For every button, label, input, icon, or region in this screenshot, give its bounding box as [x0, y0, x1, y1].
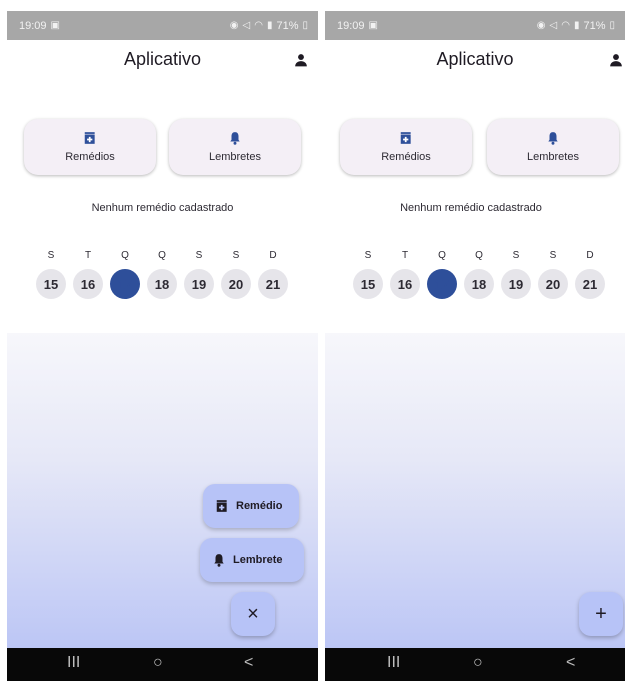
tab-remedios-label: Remédios [381, 151, 431, 163]
person-icon[interactable] [609, 53, 623, 67]
day-21[interactable]: 21 [575, 269, 605, 299]
add-lembrete-button[interactable]: Lembrete [200, 538, 304, 582]
status-time: 19:09 [19, 19, 47, 32]
mute-icon: ◁ [242, 20, 251, 31]
alarm-icon: ◉ [229, 20, 239, 31]
weekday-label: D [586, 250, 594, 261]
day-21[interactable]: 21 [258, 269, 288, 299]
close-fab-button[interactable]: × [231, 592, 275, 636]
day-17-selected[interactable]: 17 [110, 269, 140, 299]
day-19[interactable]: 19 [501, 269, 531, 299]
tab-lembretes-label: Lembretes [527, 151, 579, 163]
battery-level: 71% [583, 19, 606, 32]
close-icon: × [247, 602, 259, 625]
battery-icon: ▯ [302, 20, 308, 31]
tab-remedios-button[interactable]: Remédios [340, 119, 472, 175]
tab-remedios-button[interactable]: Remédios [24, 119, 156, 175]
signal-icon: ▮ [573, 20, 580, 31]
day-19[interactable]: 19 [184, 269, 214, 299]
weekday-label: T [84, 250, 92, 261]
day-20[interactable]: 20 [221, 269, 251, 299]
phone-screen-right: 19:09 ▣ ◉ ◁ ◠ ▮ 71% ▯ Aplicativo Remédio… [325, 11, 625, 681]
day-15[interactable]: 15 [353, 269, 383, 299]
battery-level: 71% [276, 19, 299, 32]
add-remedio-button[interactable]: Remédio [203, 484, 299, 528]
home-button[interactable]: ○ [153, 654, 163, 672]
weekday-label: Q [121, 250, 129, 261]
back-button[interactable]: < [244, 654, 253, 672]
app-title: Aplicativo [123, 49, 202, 69]
day-20[interactable]: 20 [538, 269, 568, 299]
status-bar: 19:09 ▣ ◉ ◁ ◠ ▮ 71% ▯ [325, 11, 625, 40]
weekday-label: Q [475, 250, 483, 261]
day-18[interactable]: 18 [464, 269, 494, 299]
recent-apps-button[interactable]: III [387, 654, 400, 672]
system-nav-bar: III ○ < [7, 648, 318, 681]
wifi-icon: ◠ [561, 20, 570, 31]
image-icon: ▣ [368, 20, 378, 31]
tab-remedios-label: Remédios [65, 151, 115, 163]
day-16[interactable]: 16 [390, 269, 420, 299]
empty-medicine-message: Nenhum remédio cadastrado [400, 202, 542, 214]
bell-icon [230, 132, 240, 145]
day-16[interactable]: 16 [73, 269, 103, 299]
add-remedio-label: Remédio [236, 500, 283, 512]
add-lembrete-label: Lembrete [233, 554, 283, 566]
weekday-label: Q [438, 250, 446, 261]
tab-lembretes-button[interactable]: Lembretes [487, 119, 619, 175]
weekday-label: S [549, 250, 557, 261]
alarm-icon: ◉ [536, 20, 546, 31]
tab-lembretes-button[interactable]: Lembretes [169, 119, 301, 175]
phone-screen-left: 19:09 ▣ ◉ ◁ ◠ ▮ 71% ▯ Aplicativo Remédio… [7, 11, 318, 681]
weekday-label: T [401, 250, 409, 261]
medicine-icon [216, 500, 227, 512]
weekday-label: S [232, 250, 240, 261]
mute-icon: ◁ [549, 20, 558, 31]
recent-apps-button[interactable]: III [67, 654, 80, 672]
weekday-label: S [195, 250, 203, 261]
day-17-selected[interactable]: 17 [427, 269, 457, 299]
weekday-label: S [47, 250, 55, 261]
image-icon: ▣ [50, 20, 60, 31]
weekday-label: S [512, 250, 520, 261]
home-button[interactable]: ○ [473, 654, 483, 672]
weekday-label: D [269, 250, 277, 261]
wifi-icon: ◠ [254, 20, 263, 31]
medicine-icon [84, 132, 95, 144]
bell-icon [214, 554, 224, 567]
back-button[interactable]: < [566, 654, 575, 672]
weekday-label: Q [158, 250, 166, 261]
person-icon[interactable] [294, 53, 308, 67]
status-bar: 19:09 ▣ ◉ ◁ ◠ ▮ 71% ▯ [7, 11, 318, 40]
tab-lembretes-label: Lembretes [209, 151, 261, 163]
add-fab-button[interactable]: + [579, 592, 623, 636]
day-15[interactable]: 15 [36, 269, 66, 299]
day-18[interactable]: 18 [147, 269, 177, 299]
status-time: 19:09 [337, 19, 365, 32]
add-icon: + [595, 602, 607, 625]
system-nav-bar: III ○ < [325, 648, 625, 681]
app-title: Aplicativo [436, 49, 514, 69]
bell-icon [548, 132, 558, 145]
empty-medicine-message: Nenhum remédio cadastrado [91, 202, 234, 214]
medicine-icon [400, 132, 411, 144]
battery-icon: ▯ [609, 20, 615, 31]
weekday-label: S [364, 250, 372, 261]
signal-icon: ▮ [266, 20, 273, 31]
